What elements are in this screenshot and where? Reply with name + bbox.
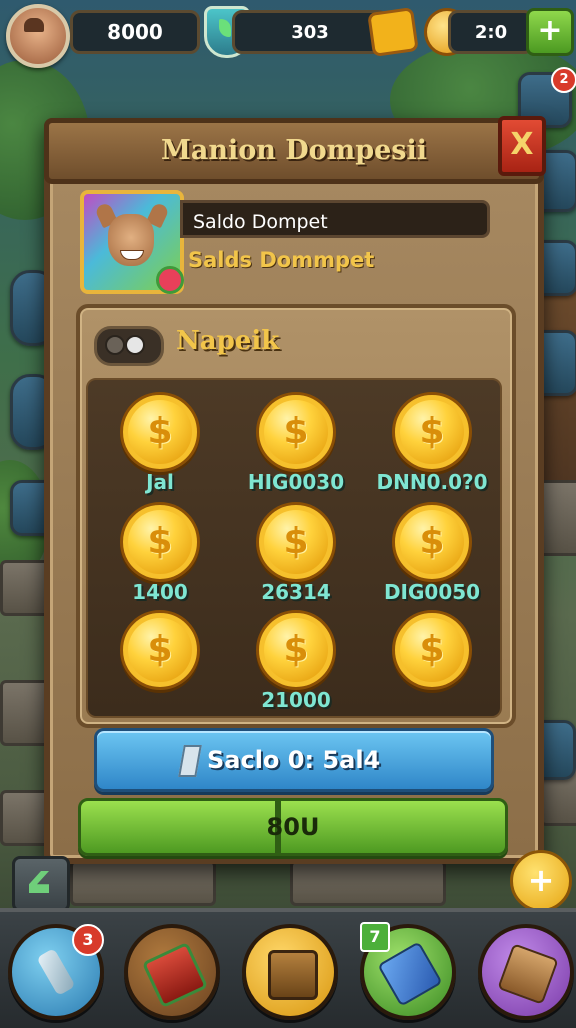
coin-value: DIG0050 — [383, 580, 481, 604]
coin-option[interactable]: $ 1400 — [96, 496, 224, 604]
coin-value: 21000 — [261, 688, 331, 712]
dialog-title: Manion Dompesii — [160, 135, 428, 166]
portrait-badge-icon — [156, 266, 184, 294]
coin-icon: $ — [256, 610, 336, 690]
scroll-icon — [141, 941, 209, 1009]
coin-icon: $ — [256, 502, 336, 582]
nav-chest-button[interactable] — [242, 924, 338, 1020]
profile-name: Saldo Dompet — [180, 200, 490, 238]
wallet-dialog: Manion Dompesii X Saldo Dompet Salds Dom… — [44, 116, 546, 864]
coin-option[interactable]: $ DNN0.0?0 — [368, 386, 496, 494]
character-portrait[interactable] — [80, 190, 184, 294]
player-avatar[interactable] — [6, 4, 70, 68]
coin-icon: $ — [120, 610, 200, 690]
nav-potion-button[interactable]: 3 — [8, 924, 104, 1020]
section-title: Napeik — [176, 326, 280, 356]
nav-scroll-button[interactable] — [124, 924, 220, 1020]
coin-value: Jal — [146, 470, 174, 494]
top-hud: 8000 303 2:0 + — [0, 0, 576, 68]
coin-icon: $ — [392, 610, 472, 690]
gem-icon — [178, 745, 202, 777]
coin-option[interactable]: $ 21000 — [232, 604, 360, 712]
coin-option[interactable]: $ DIG0050 — [368, 496, 496, 604]
coin-value: 1400 — [132, 580, 188, 604]
back-button[interactable] — [12, 856, 70, 912]
coin-option[interactable]: $ Jal — [96, 386, 224, 494]
coin-icon: $ — [392, 502, 472, 582]
section-header: Napeik — [94, 322, 494, 366]
coin-value: DNN0.0?0 — [376, 470, 488, 494]
nav-crystal-button[interactable]: 7 — [360, 922, 456, 1020]
shield-value: 303 — [232, 10, 388, 54]
nav-badge: 3 — [72, 924, 104, 956]
star-icon[interactable] — [367, 7, 419, 57]
profile-subtitle: Salds Dommpet — [188, 248, 375, 272]
balance-button[interactable]: Saclo 0: 5al4 — [94, 728, 494, 792]
dialog-title-bar: Manion Dompesii — [44, 118, 544, 184]
coin-icon: $ — [256, 392, 336, 472]
coin-icon: $ — [120, 392, 200, 472]
coin-grid: $ Jal $ HIG0030 $ DNN0.0?0 $ 1400 $ 2631… — [86, 378, 502, 718]
balance-button-label: Saclo 0: 5al4 — [207, 746, 381, 774]
confirm-button-label: 80U — [266, 813, 320, 841]
coin-section: Napeik $ Jal $ HIG0030 $ DNN0.0?0 $ 1400… — [76, 304, 516, 728]
coin-icon: $ — [392, 392, 472, 472]
add-currency-button[interactable]: + — [526, 8, 574, 56]
nav-wood-button[interactable] — [478, 924, 574, 1020]
close-button[interactable]: X — [498, 116, 546, 176]
coin-icon: $ — [120, 502, 200, 582]
confirm-button[interactable]: 80U — [78, 798, 508, 856]
potion-icon — [36, 947, 76, 997]
coin-option[interactable]: $ HIG0030 — [232, 386, 360, 494]
profile-box: Saldo Dompet Salds Dommpet — [80, 190, 500, 294]
chest-icon — [268, 950, 318, 1000]
player-count: 8000 — [70, 10, 200, 54]
add-button[interactable]: + — [510, 850, 572, 912]
coin-value: 26314 — [261, 580, 331, 604]
coin-value: HIG0030 — [247, 470, 345, 494]
toggle-icon[interactable] — [94, 326, 164, 366]
coin-option[interactable]: $ — [96, 604, 224, 712]
quest-badge: 2 — [551, 67, 576, 93]
coin-option[interactable]: $ — [368, 604, 496, 712]
nav-badge: 7 — [360, 922, 390, 952]
coin-value: 2:0 — [448, 10, 534, 54]
coin-option[interactable]: $ 26314 — [232, 496, 360, 604]
wood-icon — [497, 943, 559, 1005]
